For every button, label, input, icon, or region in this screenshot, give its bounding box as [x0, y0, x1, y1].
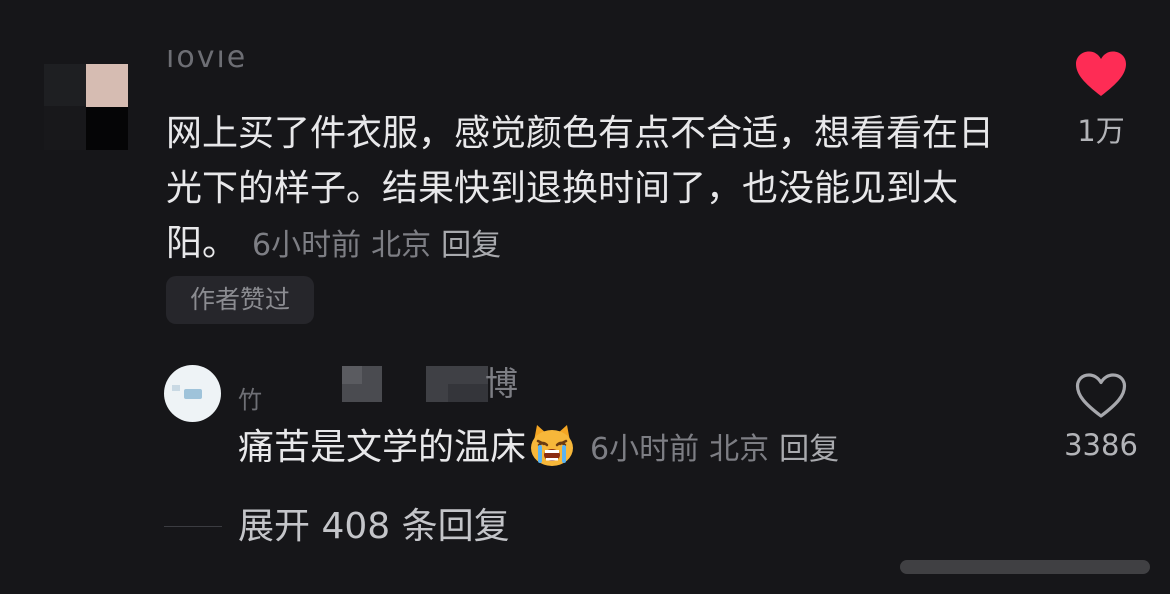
reply-username-tail: 博: [485, 364, 518, 403]
comment-time: 6小时前: [252, 228, 362, 263]
crying-cat-emoji-icon: [528, 421, 576, 469]
reply-like-button[interactable]: 3386: [1062, 372, 1140, 462]
reply-meta: 6小时前 北京 回复: [590, 432, 839, 467]
comment-body: 网上买了件衣服，感觉颜色有点不合适，想看看在日光下的样子。结果快到退换时间了，也…: [166, 106, 1026, 273]
reply-body: 痛苦是文学的温床 6小时前 北京 回复: [238, 420, 839, 477]
reply-username-fragment: 竹: [238, 386, 262, 414]
username-mosaic: [448, 384, 488, 402]
comment-meta: 6小时前 北京 回复: [252, 228, 501, 263]
heart-outline-icon[interactable]: [1074, 372, 1128, 420]
reply-like-count: 3386: [1064, 428, 1138, 462]
comment-screen: lovie 网上买了件衣服，感觉颜色有点不合适，想看看在日光下的样子。结果快到退…: [0, 0, 1170, 594]
reply-username[interactable]: 竹 博: [238, 364, 528, 414]
author-liked-badge: 作者赞过: [166, 276, 314, 324]
reply-avatar[interactable]: [164, 365, 221, 422]
expand-divider: [164, 526, 222, 527]
watermark: [900, 560, 1150, 574]
reply-location: 北京: [709, 432, 770, 467]
comment-username[interactable]: lovie: [166, 50, 247, 78]
username-mosaic: [342, 366, 362, 384]
reply-time: 6小时前: [590, 432, 700, 467]
expand-replies-button[interactable]: 展开 408 条回复: [238, 502, 510, 552]
comment-reply-button[interactable]: 回复: [441, 228, 501, 263]
comment-like-count: 1万: [1077, 114, 1125, 148]
comment-like-button[interactable]: 1万: [1066, 50, 1136, 150]
comment-avatar[interactable]: [44, 64, 128, 150]
reply-text: 痛苦是文学的温床: [238, 427, 527, 468]
heart-filled-icon[interactable]: [1074, 50, 1128, 98]
reply-reply-button[interactable]: 回复: [779, 432, 839, 467]
comment-location: 北京: [371, 228, 432, 263]
